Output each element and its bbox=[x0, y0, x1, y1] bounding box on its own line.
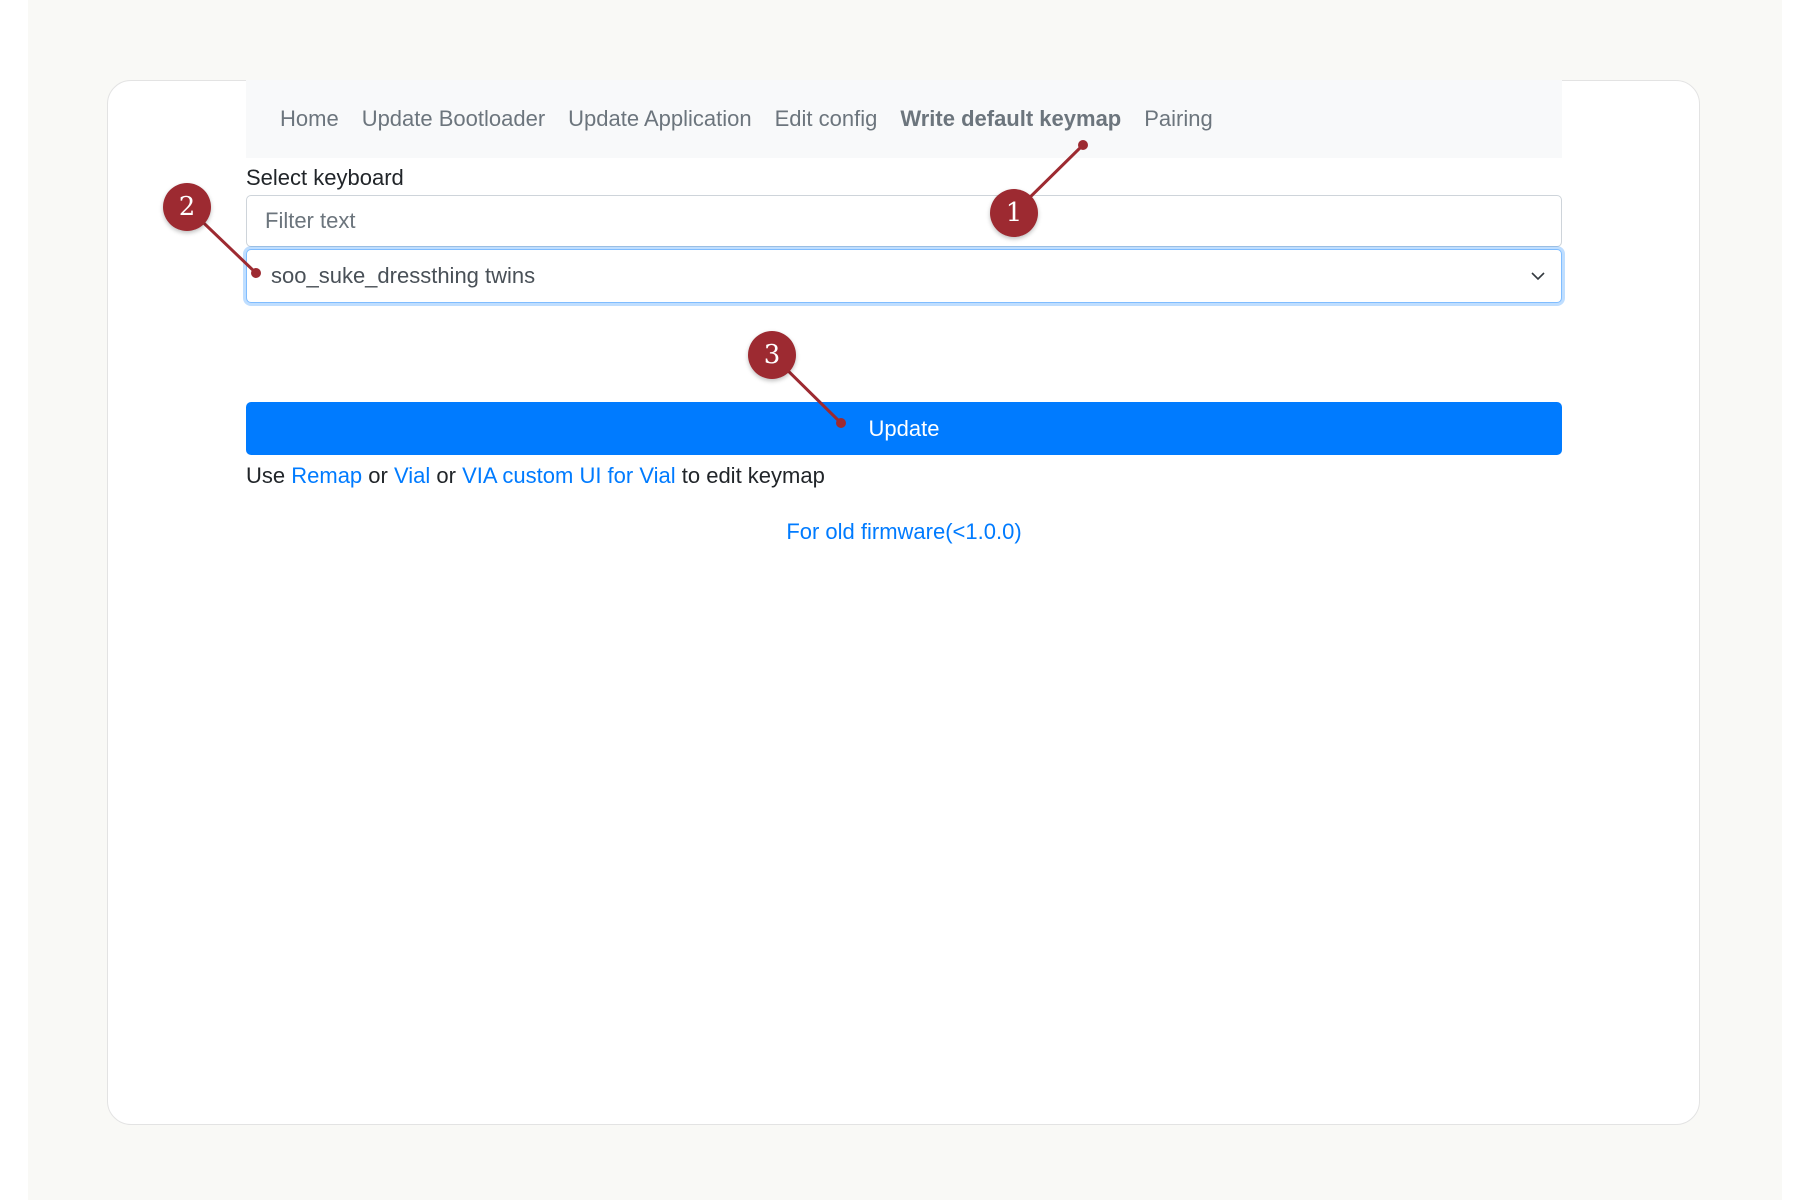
top-navbar: Home Update Bootloader Update Applicatio… bbox=[246, 80, 1562, 158]
hint-prefix: Use bbox=[246, 463, 292, 488]
nav-write-default-keymap[interactable]: Write default keymap bbox=[900, 106, 1121, 132]
old-firmware-row: For old firmware(<1.0.0) bbox=[246, 517, 1562, 547]
keymap-hint: Use Remap or Vial or VIA custom UI for V… bbox=[246, 461, 1562, 491]
chevron-down-icon bbox=[1529, 267, 1547, 285]
vial-link[interactable]: Vial bbox=[394, 463, 430, 488]
update-button[interactable]: Update bbox=[246, 402, 1562, 455]
hint-sep-1: or bbox=[362, 463, 394, 488]
nav-update-application[interactable]: Update Application bbox=[568, 106, 751, 132]
page-content: Home Update Bootloader Update Applicatio… bbox=[246, 80, 1562, 547]
hint-sep-2: or bbox=[430, 463, 463, 488]
callout-badge-1: 1 bbox=[990, 189, 1038, 237]
callout-badge-2: 2 bbox=[163, 183, 211, 231]
nav-pairing[interactable]: Pairing bbox=[1144, 106, 1212, 132]
keyboard-select[interactable]: soo_suke_dressthing twins bbox=[246, 249, 1562, 303]
hint-suffix: to edit keymap bbox=[675, 463, 825, 488]
remap-link[interactable]: Remap bbox=[291, 463, 362, 488]
old-firmware-link[interactable]: For old firmware(<1.0.0) bbox=[786, 519, 1021, 544]
nav-edit-config[interactable]: Edit config bbox=[775, 106, 878, 132]
via-custom-ui-link[interactable]: VIA custom UI for Vial bbox=[462, 463, 676, 488]
nav-update-bootloader[interactable]: Update Bootloader bbox=[362, 106, 545, 132]
select-keyboard-label: Select keyboard bbox=[246, 165, 404, 190]
callout-badge-3: 3 bbox=[748, 331, 796, 379]
filter-text-input[interactable] bbox=[246, 195, 1562, 247]
keyboard-select-value: soo_suke_dressthing twins bbox=[271, 263, 536, 288]
nav-home[interactable]: Home bbox=[280, 106, 339, 132]
